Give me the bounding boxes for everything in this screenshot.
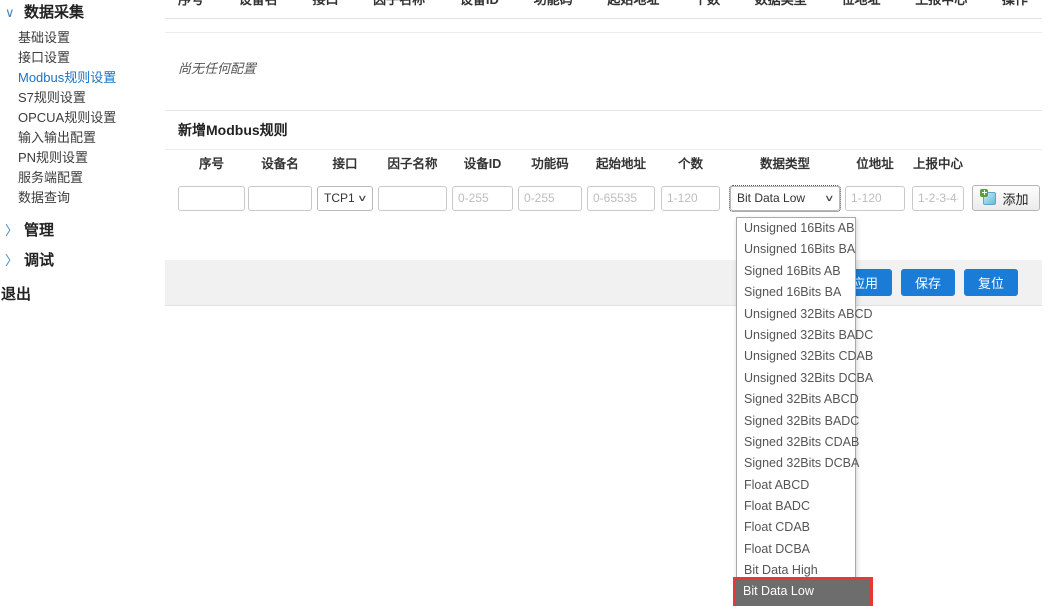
- add-rule-form-row: TCP1∨ Bit Data Low∨ 添加: [178, 185, 1040, 211]
- bit-address-input[interactable]: [845, 186, 905, 211]
- clipped-col: 设备名: [239, 0, 278, 9]
- save-button[interactable]: 保存: [901, 269, 955, 296]
- clipped-col: 个数: [694, 0, 720, 9]
- sidebar-item-io-config[interactable]: 输入输出配置: [18, 128, 165, 148]
- reset-button[interactable]: 复位: [964, 269, 1018, 296]
- sidebar-group-label: 数据采集: [24, 4, 84, 21]
- data-type-select-value: Bit Data Low: [737, 191, 805, 205]
- sidebar-item-pn-rules[interactable]: PN规则设置: [18, 148, 165, 168]
- col-interface: 接口: [317, 153, 373, 172]
- dropdown-option-bit-data-low[interactable]: Bit Data Low: [733, 577, 873, 606]
- sidebar-group-label: 调试: [24, 252, 54, 269]
- col-data-type: 数据类型: [730, 153, 840, 172]
- sidebar-group-data-collection[interactable]: ∨数据采集: [0, 0, 165, 24]
- dropdown-option[interactable]: Signed 32Bits BADC: [737, 411, 855, 432]
- count-input[interactable]: [661, 186, 720, 211]
- dropdown-option[interactable]: Signed 32Bits DCBA: [737, 453, 855, 474]
- clipped-col: 数据类型: [755, 0, 807, 9]
- dropdown-option[interactable]: Float ABCD: [737, 475, 855, 496]
- col-device-name: 设备名: [248, 153, 312, 172]
- existing-rules-section: 尚无任何配置: [165, 32, 1042, 77]
- clipped-col: 操作: [1002, 0, 1028, 9]
- device-name-input[interactable]: [248, 186, 312, 211]
- interface-select[interactable]: TCP1∨: [317, 186, 373, 211]
- sidebar-item-server-config[interactable]: 服务端配置: [18, 168, 165, 188]
- clipped-col: 功能码: [534, 0, 573, 9]
- dropdown-option[interactable]: Float BADC: [737, 496, 855, 517]
- col-seq: 序号: [178, 153, 245, 172]
- main-content: 序号 设备名 接口 因子名称 设备ID 功能码 起始地址 个数 数据类型 位地址…: [165, 0, 1050, 606]
- sidebar-group-debug[interactable]: 〉调试: [0, 248, 165, 272]
- add-button-label: 添加: [1002, 189, 1028, 208]
- dropdown-option[interactable]: Float CDAB: [737, 517, 855, 538]
- panel-title: 新增Modbus规则: [165, 111, 1042, 150]
- clipped-col: 上报中心: [915, 0, 967, 9]
- dropdown-option[interactable]: Float DCBA: [737, 539, 855, 560]
- sidebar-group-label: 管理: [24, 222, 54, 239]
- sidebar-item-data-query[interactable]: 数据查询: [18, 188, 165, 208]
- device-id-input[interactable]: [452, 186, 513, 211]
- clipped-col: 位地址: [841, 0, 880, 9]
- factor-name-input[interactable]: [378, 186, 447, 211]
- col-report-center: 上报中心: [912, 153, 964, 172]
- dropdown-option[interactable]: Unsigned 32Bits BADC: [737, 325, 855, 346]
- form-column-headers: 序号 设备名 接口 因子名称 设备ID 功能码 起始地址 个数 数据类型 位地址…: [178, 150, 964, 174]
- dropdown-option[interactable]: Signed 32Bits ABCD: [737, 389, 855, 410]
- dropdown-option[interactable]: Signed 16Bits AB: [737, 261, 855, 282]
- sidebar-submenu: 基础设置 接口设置 Modbus规则设置 S7规则设置 OPCUA规则设置 输入…: [0, 24, 165, 212]
- clipped-col: 设备ID: [460, 0, 499, 9]
- footer-action-bar: 保存&应用 保存 复位: [165, 260, 1042, 306]
- dropdown-option[interactable]: Signed 32Bits CDAB: [737, 432, 855, 453]
- clipped-col: 序号: [178, 0, 204, 9]
- sidebar-item-basic-settings[interactable]: 基础设置: [18, 28, 165, 48]
- data-type-dropdown-list: Unsigned 16Bits AB Unsigned 16Bits BA Si…: [736, 217, 856, 606]
- col-device-id: 设备ID: [452, 153, 513, 172]
- sidebar-exit[interactable]: 退出: [0, 283, 165, 304]
- dropdown-option[interactable]: Unsigned 32Bits ABCD: [737, 304, 855, 325]
- sidebar-item-s7-rules[interactable]: S7规则设置: [18, 88, 165, 108]
- dropdown-option[interactable]: Signed 16Bits BA: [737, 282, 855, 303]
- start-address-input[interactable]: [587, 186, 655, 211]
- col-function-code: 功能码: [518, 153, 582, 172]
- dropdown-option[interactable]: Unsigned 16Bits BA: [737, 239, 855, 260]
- col-bit-address: 位地址: [845, 153, 905, 172]
- sidebar-item-interface-settings[interactable]: 接口设置: [18, 48, 165, 68]
- seq-input[interactable]: [178, 186, 245, 211]
- col-start-address: 起始地址: [587, 153, 655, 172]
- col-factor-name: 因子名称: [378, 153, 447, 172]
- dropdown-option[interactable]: Unsigned 16Bits AB: [737, 218, 855, 239]
- add-button[interactable]: 添加: [972, 185, 1040, 211]
- empty-config-message: 尚无任何配置: [165, 33, 1042, 77]
- interface-select-value: TCP1: [324, 191, 355, 205]
- col-count: 个数: [661, 153, 720, 172]
- clipped-table-header: 序号 设备名 接口 因子名称 设备ID 功能码 起始地址 个数 数据类型 位地址…: [165, 0, 1042, 19]
- function-code-input[interactable]: [518, 186, 582, 211]
- dropdown-option[interactable]: Unsigned 32Bits CDAB: [737, 346, 855, 367]
- add-modbus-rule-panel: 新增Modbus规则: [165, 110, 1042, 150]
- report-center-input[interactable]: [912, 186, 964, 211]
- sidebar-item-opcua-rules[interactable]: OPCUA规则设置: [18, 108, 165, 128]
- chevron-right-icon: 〉: [2, 220, 24, 239]
- data-type-select[interactable]: Bit Data Low ∨: [730, 186, 840, 211]
- sidebar: ∨数据采集 基础设置 接口设置 Modbus规则设置 S7规则设置 OPCUA规…: [0, 0, 165, 304]
- chevron-down-icon: ∨: [824, 193, 835, 204]
- chevron-right-icon: 〉: [2, 250, 24, 269]
- sidebar-item-modbus-rules[interactable]: Modbus规则设置: [18, 68, 165, 88]
- add-page-icon: [983, 192, 996, 205]
- chevron-down-icon: ∨: [2, 5, 24, 21]
- chevron-down-icon: ∨: [357, 193, 368, 204]
- sidebar-group-management[interactable]: 〉管理: [0, 218, 165, 242]
- dropdown-option[interactable]: Unsigned 32Bits DCBA: [737, 368, 855, 389]
- clipped-col: 起始地址: [607, 0, 659, 9]
- clipped-col: 接口: [312, 0, 338, 9]
- clipped-col: 因子名称: [373, 0, 425, 9]
